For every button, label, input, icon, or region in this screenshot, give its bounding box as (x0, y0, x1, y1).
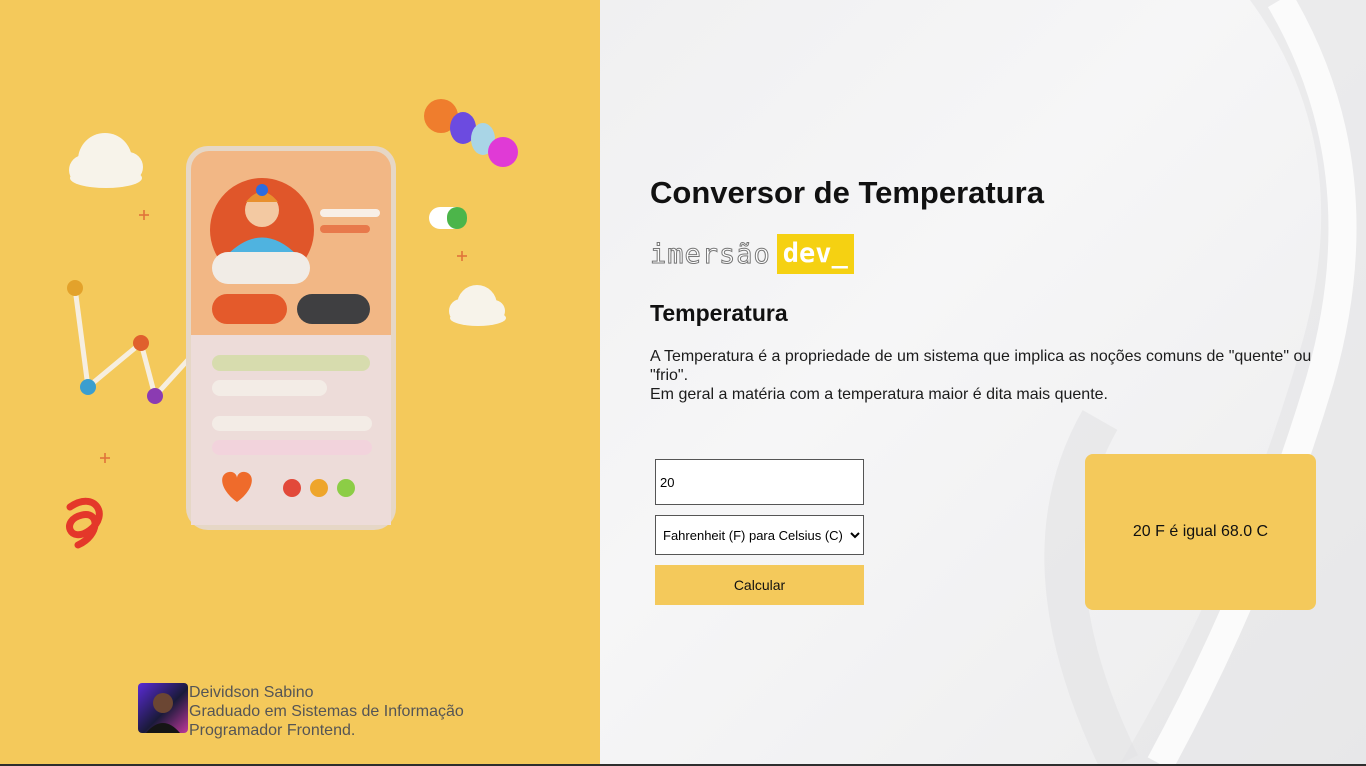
author-info: Deividson Sabino Graduado em Sistemas de… (189, 683, 464, 740)
conversion-select[interactable]: Fahrenheit (F) para Celsius (C) (655, 515, 864, 555)
calculate-button[interactable]: Calcular (655, 565, 864, 605)
author-role: Programador Frontend. (189, 722, 356, 739)
page-title: Conversor de Temperatura (650, 175, 1044, 210)
description-line-1: A Temperatura é a propriedade de um sist… (650, 348, 1312, 384)
brand-word: imersão (650, 238, 771, 270)
brand-logo: imersão dev_ (650, 234, 854, 274)
result-text: 20 F é igual 68.0 C (1132, 523, 1269, 540)
author-name: Deividson Sabino (189, 684, 314, 701)
left-panel: Deividson Sabino Graduado em Sistemas de… (0, 0, 600, 764)
description: A Temperatura é a propriedade de um sist… (650, 347, 1330, 404)
description-line-2: Em geral a matéria com a temperatura mai… (650, 386, 1108, 403)
author-card: Deividson Sabino Graduado em Sistemas de… (138, 683, 464, 740)
section-title: Temperatura (650, 300, 788, 326)
temperature-input[interactable] (655, 459, 864, 505)
phone-illustration-icon (66, 99, 518, 549)
result-box: 20 F é igual 68.0 C (1085, 454, 1316, 610)
avatar-photo (138, 683, 188, 733)
brand-dev-tag: dev_ (776, 234, 854, 274)
author-degree: Graduado em Sistemas de Informação (189, 703, 464, 720)
